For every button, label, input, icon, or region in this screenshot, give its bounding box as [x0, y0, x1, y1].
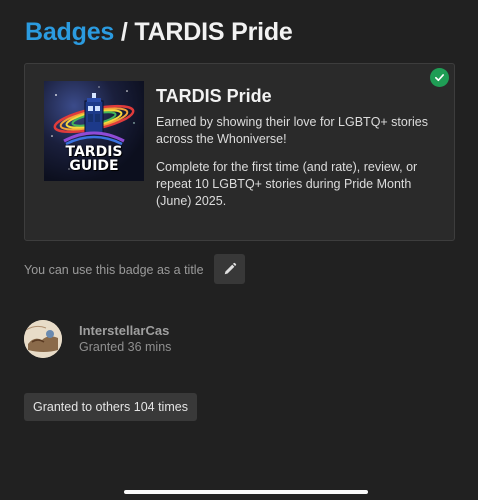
home-indicator[interactable]: [124, 490, 368, 494]
pencil-icon: [223, 262, 237, 276]
badge-requirement: Complete for the first time (and rate), …: [156, 160, 418, 208]
badge-card: TARDIS GUIDE TARDIS Pride Earned by show…: [24, 63, 455, 241]
badge-image-text: TARDIS GUIDE: [65, 144, 123, 174]
badge-title: TARDIS Pride: [134, 18, 293, 46]
breadcrumb-separator: /: [120, 18, 128, 46]
granted-user-name[interactable]: InterstellarCas: [79, 323, 169, 338]
badge-description: Earned by showing their love for LGBTQ+ …: [156, 115, 429, 146]
page-title: Badges / TARDIS Pride: [25, 18, 293, 47]
granted-others-button[interactable]: Granted to others 104 times: [24, 393, 197, 421]
badge-image: TARDIS GUIDE: [44, 81, 144, 181]
breadcrumb-badges[interactable]: Badges: [25, 18, 114, 46]
granted-time: Granted 36 mins: [79, 340, 172, 354]
check-icon: [430, 68, 449, 87]
edit-title-button[interactable]: [214, 254, 245, 284]
badge-name: TARDIS Pride: [156, 86, 272, 106]
avatar[interactable]: [24, 320, 62, 358]
title-option-text: You can use this badge as a title: [24, 263, 204, 277]
